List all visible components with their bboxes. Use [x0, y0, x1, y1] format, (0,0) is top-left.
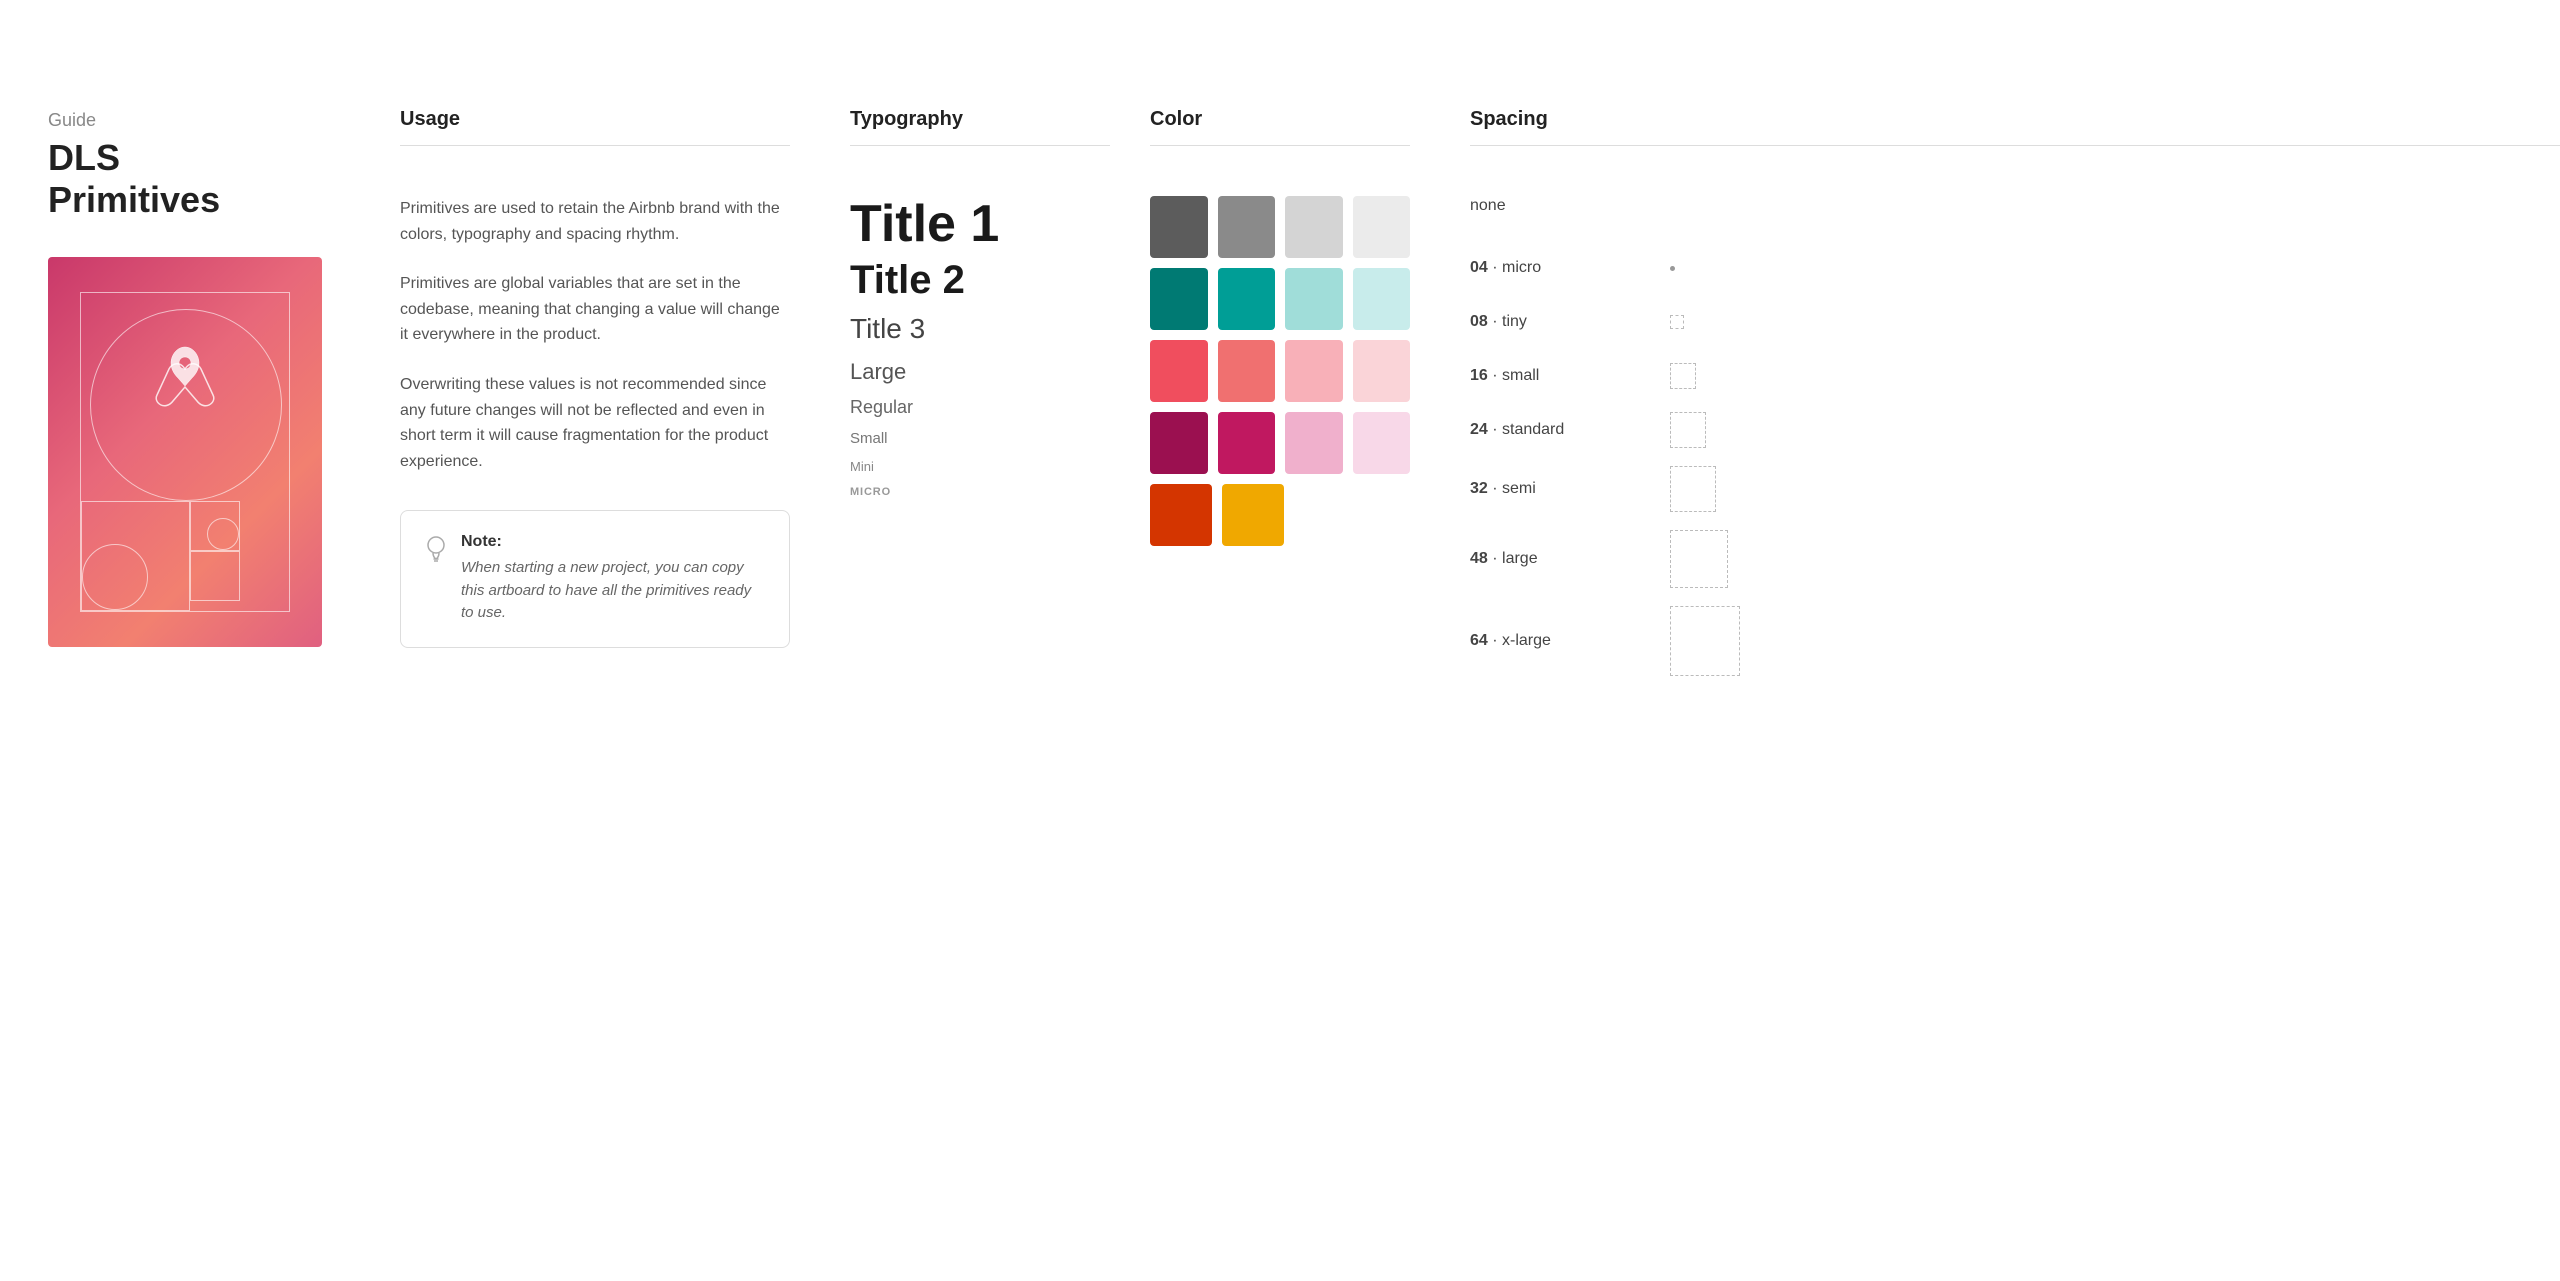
typo-title2: Title 2: [850, 257, 1110, 303]
color-swatch-coral: [1218, 340, 1276, 402]
spacing-row-standard: 24 · standard: [1470, 412, 2560, 448]
color-row-reds: [1150, 340, 1410, 402]
color-swatch-mid-gray: [1218, 196, 1276, 258]
lightbulb-icon: [425, 535, 447, 569]
note-box: Note: When starting a new project, you c…: [400, 510, 790, 648]
spacing-label-standard: 24 · standard: [1470, 421, 1670, 439]
spacing-row-none: none: [1470, 196, 2560, 232]
sidebar: Guide DLS Primitives: [0, 0, 330, 1281]
spacing-box-semi: [1670, 466, 1716, 512]
sq-small-top: [190, 501, 240, 551]
spacing-label-tiny: 08 · tiny: [1470, 313, 1670, 331]
color-row-grays: [1150, 196, 1410, 258]
color-swatch-light-coral: [1285, 340, 1343, 402]
sq-right: [190, 501, 289, 611]
typography-header: Typography: [850, 108, 1110, 146]
spacing-row-large: 48 · large: [1470, 530, 2560, 588]
color-swatch-pale-pink: [1353, 340, 1411, 402]
color-swatch-light-gray: [1285, 196, 1343, 258]
brand-card-inner: [80, 292, 290, 612]
color-header: Color: [1150, 108, 1410, 146]
typo-micro: MICRO: [850, 486, 1110, 498]
spacing-label-xlarge: 64 · x-large: [1470, 632, 1670, 650]
color-swatch-light-magenta: [1285, 412, 1343, 474]
spacing-label-micro: 04 · micro: [1470, 259, 1670, 277]
color-row-teals: [1150, 268, 1410, 330]
typo-title1: Title 1: [850, 196, 1110, 253]
color-swatch-dark-magenta: [1150, 412, 1208, 474]
color-row-magentas: [1150, 412, 1410, 474]
color-swatch-pale-teal: [1353, 268, 1411, 330]
note-text: When starting a new project, you can cop…: [461, 557, 765, 625]
spacing-label-semi: 32 · semi: [1470, 480, 1670, 498]
usage-paragraph-2: Primitives are global variables that are…: [400, 271, 790, 348]
color-swatch-orange: [1150, 484, 1212, 546]
spacing-label-small: 16 · small: [1470, 367, 1670, 385]
color-swatch-teal: [1218, 268, 1276, 330]
typo-small: Small: [850, 430, 1110, 447]
color-swatch-magenta: [1218, 412, 1276, 474]
bottom-squares: [81, 501, 289, 611]
spacing-row-xlarge: 64 · x-large: [1470, 606, 2560, 676]
brand-title: DLS Primitives: [48, 137, 282, 221]
typo-large: Large: [850, 359, 1110, 385]
spacing-dot-micro: [1670, 266, 1675, 271]
spacing-label-none: none: [1470, 197, 1506, 215]
section-typography: Typography Title 1 Title 2 Title 3 Large…: [850, 108, 1110, 1281]
spacing-row-tiny: 08 · tiny: [1470, 304, 2560, 340]
section-usage: Usage Primitives are used to retain the …: [400, 108, 790, 1281]
usage-paragraph-3: Overwriting these values is not recommen…: [400, 372, 790, 474]
usage-paragraph-1: Primitives are used to retain the Airbnb…: [400, 196, 790, 247]
sq-small-bottom: [190, 551, 240, 601]
color-swatch-pale-magenta: [1353, 412, 1411, 474]
spacing-row-micro: 04 · micro: [1470, 250, 2560, 286]
spacing-box-large: [1670, 530, 1728, 588]
spacing-box-xlarge: [1670, 606, 1740, 676]
guide-label: Guide: [48, 110, 282, 131]
typography-items: Title 1 Title 2 Title 3 Large Regular Sm…: [850, 196, 1110, 498]
sq-left: [81, 501, 190, 611]
usage-header: Usage: [400, 108, 790, 146]
spacing-row-small: 16 · small: [1470, 358, 2560, 394]
spacing-items: none 04 · micro 08 · tiny 16 · small 24 …: [1470, 196, 2560, 694]
typo-mini: Mini: [850, 459, 1110, 474]
color-swatch-dark-gray: [1150, 196, 1208, 258]
spacing-row-semi: 32 · semi: [1470, 466, 2560, 512]
color-row-warm: [1150, 484, 1410, 546]
spacing-box-tiny: [1670, 315, 1684, 329]
spacing-box-standard: [1670, 412, 1706, 448]
note-content: Note: When starting a new project, you c…: [461, 533, 765, 625]
color-swatch-dark-teal: [1150, 268, 1208, 330]
color-swatch-light-teal: [1285, 268, 1343, 330]
brand-card: [48, 257, 322, 647]
section-color: Color: [1150, 108, 1410, 1281]
spacing-label-large: 48 · large: [1470, 550, 1670, 568]
typo-title3: Title 3: [850, 313, 1110, 345]
section-spacing: Spacing none 04 · micro 08 · tiny 16 · s…: [1470, 108, 2560, 1281]
main-content: Usage Primitives are used to retain the …: [330, 0, 2560, 1281]
color-swatch-yellow: [1222, 484, 1284, 546]
color-swatch-dark-red: [1150, 340, 1208, 402]
spacing-header: Spacing: [1470, 108, 2560, 146]
color-swatch-off-white: [1353, 196, 1411, 258]
spacing-box-small: [1670, 363, 1696, 389]
typo-regular: Regular: [850, 397, 1110, 418]
airbnb-logo-icon: [155, 343, 215, 415]
note-title: Note:: [461, 533, 765, 551]
